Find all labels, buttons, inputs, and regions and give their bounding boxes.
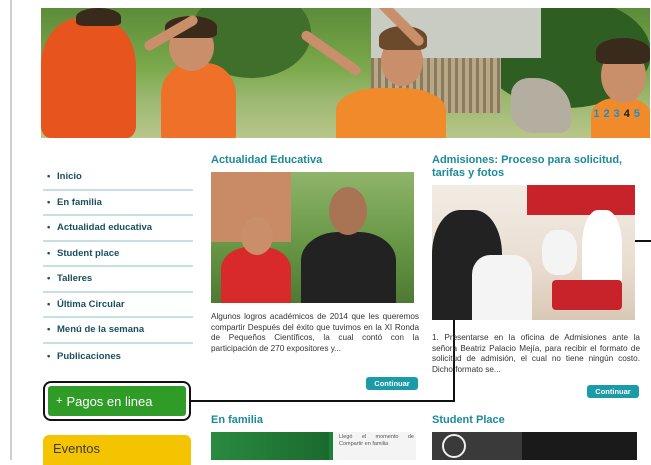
photo-boy-black-jacket	[301, 232, 396, 303]
hero-arm	[299, 28, 363, 78]
pagos-en-linea-label: Pagos en linea	[66, 393, 153, 409]
article-text-admisiones: 1. Presentarse en la oficina de Admision…	[432, 333, 640, 374]
article-photo-admisiones[interactable]	[432, 185, 635, 320]
page-left-border	[10, 0, 12, 460]
hero-child	[41, 18, 136, 138]
article-title-admisiones[interactable]: Admisiones: Proceso para solicitud, tari…	[432, 154, 647, 180]
sidebar-item-label: Última Circular	[57, 298, 125, 310]
continuar-button[interactable]: Continuar	[366, 377, 418, 390]
continuar-button[interactable]: Continuar	[587, 385, 639, 398]
photo-decoration	[442, 434, 466, 458]
photo-red-wall	[527, 185, 635, 215]
sidebar-item-label: Menú de la semana	[57, 324, 145, 336]
bullet-icon: •	[47, 350, 51, 362]
sidebar-item-label: En familia	[57, 196, 102, 208]
sidebar-item-talleres[interactable]: • Talleres	[43, 267, 193, 293]
sidebar-item-student-place[interactable]: • Student place	[43, 242, 193, 267]
photo-dark-area	[522, 432, 637, 460]
hero-pager: 1 2 3 4 5	[593, 108, 640, 120]
sidebar-item-menu-semana[interactable]: • Menú de la semana	[43, 318, 193, 344]
sidebar-item-inicio[interactable]: • Inicio	[43, 165, 193, 191]
hero-pager-page-active[interactable]: 4	[624, 108, 630, 120]
article-title-en-familia[interactable]: En familia	[211, 414, 411, 427]
photo-boy-face	[329, 187, 367, 235]
eventos-label: Eventos	[53, 441, 100, 456]
article-photo-actualidad[interactable]	[211, 172, 414, 303]
sidebar-item-label: Student place	[57, 247, 120, 259]
hero-pager-page[interactable]: 2	[604, 108, 610, 120]
bullet-icon: •	[47, 171, 51, 183]
sidebar-item-label: Actualidad educativa	[57, 222, 153, 234]
photo-boy-face	[241, 217, 273, 255]
hero-banner[interactable]: 1 2 3 4 5	[41, 8, 650, 138]
photo-family-group	[211, 432, 329, 460]
bullet-icon: •	[47, 196, 51, 208]
photo-red-table	[552, 280, 622, 310]
sidebar-item-en-familia[interactable]: • En familia	[43, 191, 193, 216]
sidebar-item-label: Talleres	[57, 273, 93, 285]
plus-icon: +	[56, 395, 63, 407]
hero-pager-page[interactable]: 5	[634, 108, 640, 120]
article-photo-student-place[interactable]	[432, 432, 637, 460]
hero-pager-page[interactable]: 1	[593, 108, 599, 120]
sidebar-item-label: Inicio	[57, 171, 82, 183]
pagos-en-linea-inner: + Pagos en linea	[48, 386, 186, 416]
article-thumb-caption: Llegó el momento de Compartir en familia	[339, 434, 414, 447]
pagos-en-linea-button[interactable]: + Pagos en linea	[43, 381, 191, 421]
article-title-actualidad[interactable]: Actualidad Educativa	[211, 154, 421, 167]
article-photo-en-familia[interactable]: Llegó el momento de Compartir en familia	[211, 432, 416, 460]
bullet-icon: •	[47, 222, 51, 234]
callout-line	[189, 400, 454, 402]
sidebar-item-publicaciones[interactable]: • Publicaciones	[43, 344, 193, 370]
hero-pager-page[interactable]: 3	[614, 108, 620, 120]
hero-child-hair	[76, 8, 121, 26]
photo-boy-red-jacket	[221, 247, 291, 303]
eventos-panel[interactable]: Eventos	[43, 435, 191, 465]
article-text-actualidad: Algunos logros académicos de 2014 que le…	[211, 312, 419, 353]
article-title-student-place[interactable]: Student Place	[432, 414, 632, 427]
photo-child-white	[542, 230, 577, 275]
sidebar-item-ultima-circular[interactable]: • Última Circular	[43, 293, 193, 318]
sidebar-item-label: Publicaciones	[57, 350, 121, 362]
bullet-icon: •	[47, 324, 51, 336]
photo-child-white	[472, 255, 532, 320]
hero-child	[161, 63, 236, 138]
sidebar-item-actualidad-educativa[interactable]: • Actualidad educativa	[43, 216, 193, 242]
bullet-icon: •	[47, 298, 51, 310]
bullet-icon: •	[47, 273, 51, 285]
hero-child-hair	[596, 38, 650, 64]
bullet-icon: •	[47, 247, 51, 259]
sidebar-nav: • Inicio • En familia • Actualidad educa…	[43, 165, 193, 369]
hero-child	[336, 88, 446, 138]
